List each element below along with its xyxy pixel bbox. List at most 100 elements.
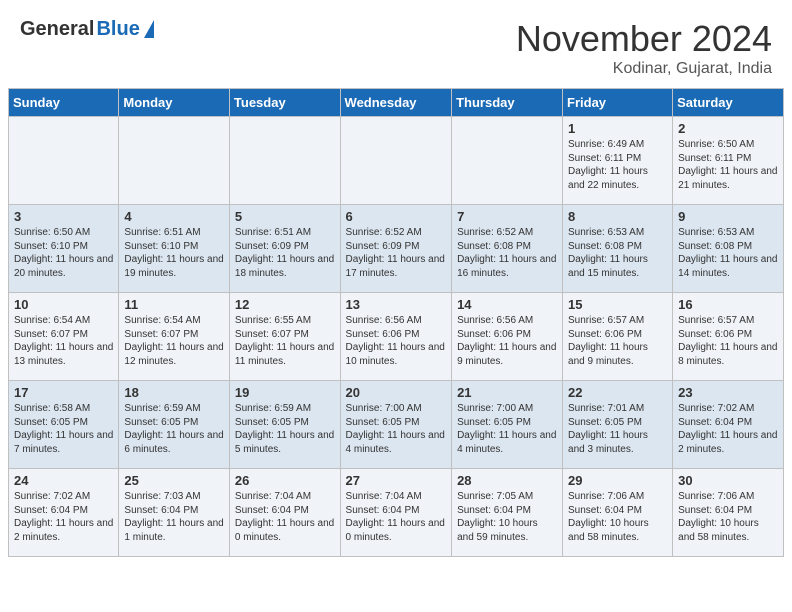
day-info: Sunrise: 6:57 AM Sunset: 6:06 PM Dayligh… [678,314,778,368]
calendar-day [119,117,230,205]
day-number: 18 [124,385,224,400]
day-info: Sunrise: 6:50 AM Sunset: 6:10 PM Dayligh… [14,226,113,280]
calendar-day: 8 Sunrise: 6:53 AM Sunset: 6:08 PM Daylig… [563,205,673,293]
calendar-day: 19Sunrise: 6:59 AM Sunset: 6:05 PM Dayli… [229,381,340,469]
day-info: Sunrise: 6:53 AM Sunset: 6:08 PM Dayligh… [568,226,667,280]
weekday-header-wednesday: Wednesday [340,89,452,117]
calendar-day: 6 Sunrise: 6:52 AM Sunset: 6:09 PM Daylig… [340,205,452,293]
calendar-week-1: 1 Sunrise: 6:49 AM Sunset: 6:11 PM Daylig… [9,117,784,205]
day-info: Sunrise: 7:05 AM Sunset: 6:04 PM Dayligh… [457,490,557,544]
day-number: 17 [14,385,113,400]
day-number: 8 [568,209,667,224]
day-number: 15 [568,297,667,312]
day-number: 4 [124,209,224,224]
day-info: Sunrise: 7:04 AM Sunset: 6:04 PM Dayligh… [235,490,335,544]
day-info: Sunrise: 6:53 AM Sunset: 6:08 PM Dayligh… [678,226,778,280]
calendar-week-4: 17 Sunrise: 6:58 AM Sunset: 6:05 PM Dayli… [9,381,784,469]
day-info: Sunrise: 7:04 AM Sunset: 6:04 PM Dayligh… [346,490,447,544]
day-number: 1 [568,121,667,136]
calendar-day: 30 Sunrise: 7:06 AM Sunset: 6:04 PM Dayli… [673,469,784,557]
location-text: Kodinar, Gujarat, India [516,60,772,78]
day-info: Sunrise: 7:01 AM Sunset: 6:05 PM Dayligh… [568,402,667,456]
day-info: Sunrise: 6:56 AM Sunset: 6:06 PM Dayligh… [457,314,557,368]
logo-blue-text: Blue [96,18,139,41]
calendar-day: 28 Sunrise: 7:05 AM Sunset: 6:04 PM Dayli… [452,469,563,557]
weekday-header-thursday: Thursday [452,89,563,117]
calendar-day [229,117,340,205]
calendar-day [9,117,119,205]
day-number: 3 [14,209,113,224]
calendar-day: 23 Sunrise: 7:02 AM Sunset: 6:04 PM Dayli… [673,381,784,469]
weekday-header-sunday: Sunday [9,89,119,117]
day-number: 11 [124,297,224,312]
title-section: November 2024 Kodinar, Gujarat, India [516,18,772,78]
day-info: Sunrise: 6:59 AM Sunset: 6:05 PM Dayligh… [235,402,335,456]
calendar-body: 1 Sunrise: 6:49 AM Sunset: 6:11 PM Daylig… [9,117,784,557]
day-info: Sunrise: 6:57 AM Sunset: 6:06 PM Dayligh… [568,314,667,368]
month-title: November 2024 [516,18,772,60]
day-info: Sunrise: 7:00 AM Sunset: 6:05 PM Dayligh… [457,402,557,456]
day-number: 12 [235,297,335,312]
day-info: Sunrise: 6:50 AM Sunset: 6:11 PM Dayligh… [678,138,778,192]
day-number: 2 [678,121,778,136]
calendar-day: 25 Sunrise: 7:03 AM Sunset: 6:04 PM Dayli… [119,469,230,557]
day-number: 28 [457,473,557,488]
calendar-day: 27 Sunrise: 7:04 AM Sunset: 6:04 PM Dayli… [340,469,452,557]
day-number: 22 [568,385,667,400]
day-info: Sunrise: 7:03 AM Sunset: 6:04 PM Dayligh… [124,490,224,544]
calendar-day: 4Sunrise: 6:51 AM Sunset: 6:10 PM Daylig… [119,205,230,293]
calendar-wrapper: SundayMondayTuesdayWednesdayThursdayFrid… [0,88,792,565]
calendar-table: SundayMondayTuesdayWednesdayThursdayFrid… [8,88,784,557]
calendar-header: SundayMondayTuesdayWednesdayThursdayFrid… [9,89,784,117]
day-number: 16 [678,297,778,312]
calendar-day: 21Sunrise: 7:00 AM Sunset: 6:05 PM Dayli… [452,381,563,469]
day-number: 20 [346,385,447,400]
day-number: 25 [124,473,224,488]
day-info: Sunrise: 6:58 AM Sunset: 6:05 PM Dayligh… [14,402,113,456]
day-number: 30 [678,473,778,488]
calendar-day: 1 Sunrise: 6:49 AM Sunset: 6:11 PM Daylig… [563,117,673,205]
calendar-day: 18 Sunrise: 6:59 AM Sunset: 6:05 PM Dayli… [119,381,230,469]
calendar-day: 17 Sunrise: 6:58 AM Sunset: 6:05 PM Dayli… [9,381,119,469]
day-number: 27 [346,473,447,488]
day-info: Sunrise: 6:56 AM Sunset: 6:06 PM Dayligh… [346,314,447,368]
day-number: 10 [14,297,113,312]
calendar-day: 29 Sunrise: 7:06 AM Sunset: 6:04 PM Dayli… [563,469,673,557]
day-number: 29 [568,473,667,488]
day-info: Sunrise: 6:55 AM Sunset: 6:07 PM Dayligh… [235,314,335,368]
day-info: Sunrise: 6:54 AM Sunset: 6:07 PM Dayligh… [14,314,113,368]
day-info: Sunrise: 7:02 AM Sunset: 6:04 PM Dayligh… [678,402,778,456]
day-number: 23 [678,385,778,400]
weekday-header-monday: Monday [119,89,230,117]
day-info: Sunrise: 7:00 AM Sunset: 6:05 PM Dayligh… [346,402,447,456]
calendar-day: 20 Sunrise: 7:00 AM Sunset: 6:05 PM Dayli… [340,381,452,469]
day-number: 24 [14,473,113,488]
page-header: General Blue November 2024 Kodinar, Guja… [0,0,792,88]
day-number: 7 [457,209,557,224]
calendar-week-2: 3 Sunrise: 6:50 AM Sunset: 6:10 PM Daylig… [9,205,784,293]
calendar-day: 10 Sunrise: 6:54 AM Sunset: 6:07 PM Dayli… [9,293,119,381]
calendar-day [340,117,452,205]
calendar-week-5: 24 Sunrise: 7:02 AM Sunset: 6:04 PM Dayli… [9,469,784,557]
day-number: 6 [346,209,447,224]
calendar-day: 5Sunrise: 6:51 AM Sunset: 6:09 PM Daylig… [229,205,340,293]
day-number: 14 [457,297,557,312]
day-info: Sunrise: 6:59 AM Sunset: 6:05 PM Dayligh… [124,402,224,456]
day-info: Sunrise: 6:52 AM Sunset: 6:08 PM Dayligh… [457,226,557,280]
calendar-day: 7 Sunrise: 6:52 AM Sunset: 6:08 PM Daylig… [452,205,563,293]
day-info: Sunrise: 7:02 AM Sunset: 6:04 PM Dayligh… [14,490,113,544]
day-info: Sunrise: 6:54 AM Sunset: 6:07 PM Dayligh… [124,314,224,368]
calendar-week-3: 10 Sunrise: 6:54 AM Sunset: 6:07 PM Dayli… [9,293,784,381]
day-info: Sunrise: 7:06 AM Sunset: 6:04 PM Dayligh… [678,490,778,544]
calendar-day: 12 Sunrise: 6:55 AM Sunset: 6:07 PM Dayli… [229,293,340,381]
day-number: 9 [678,209,778,224]
logo-general-text: General [20,18,94,41]
day-info: Sunrise: 7:06 AM Sunset: 6:04 PM Dayligh… [568,490,667,544]
calendar-day: 13Sunrise: 6:56 AM Sunset: 6:06 PM Dayli… [340,293,452,381]
day-info: Sunrise: 6:52 AM Sunset: 6:09 PM Dayligh… [346,226,447,280]
calendar-day: 14 Sunrise: 6:56 AM Sunset: 6:06 PM Dayli… [452,293,563,381]
logo-triangle-icon [144,20,154,38]
calendar-day: 22 Sunrise: 7:01 AM Sunset: 6:05 PM Dayli… [563,381,673,469]
day-info: Sunrise: 6:49 AM Sunset: 6:11 PM Dayligh… [568,138,667,192]
calendar-day: 15 Sunrise: 6:57 AM Sunset: 6:06 PM Dayli… [563,293,673,381]
